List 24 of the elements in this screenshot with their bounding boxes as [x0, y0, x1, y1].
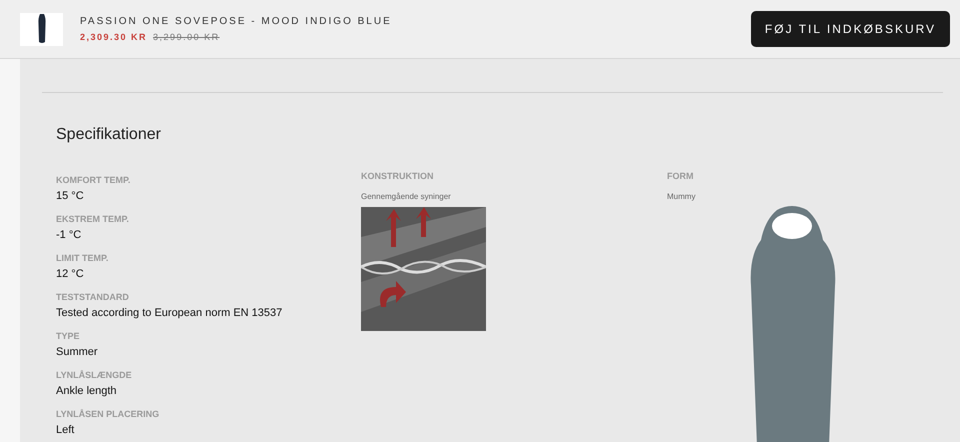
spec-value: 12 °C — [56, 267, 85, 281]
spec-label: TESTSTANDARD — [56, 291, 130, 303]
spec-label: LYNLÅSLÆNGDE — [56, 369, 133, 381]
original-price: 3,299.00 KR — [153, 30, 220, 44]
spec-value: -1 °C — [56, 228, 82, 242]
spec-value: Gennemgående syninger — [361, 191, 452, 203]
spec-label: TYPE — [56, 330, 81, 342]
spec-label: KOMFORT TEMP. — [56, 174, 132, 186]
sale-price: 2,309.30 KR — [80, 30, 148, 44]
spec-value: Summer — [56, 345, 99, 359]
spec-value: Mummy — [667, 191, 696, 203]
section-heading: Specifikationer — [56, 125, 162, 145]
sleeping-bag-icon — [38, 14, 46, 44]
spec-label: LIMIT TEMP. — [56, 252, 110, 264]
spec-value: 15 °C — [56, 189, 85, 203]
add-to-cart-button[interactable]: FØJ TIL INDKØBSKURV — [751, 11, 950, 47]
spec-label: EKSTREM TEMP. — [56, 213, 130, 225]
spec-value: Ankle length — [56, 384, 118, 398]
spec-label: KONSTRUKTION — [361, 170, 434, 182]
spec-label: LYNLÅSEN PLACERING — [56, 408, 160, 420]
spec-value: Tested according to European norm EN 13537 — [56, 306, 284, 320]
spec-value: Left — [56, 423, 76, 437]
spec-label: FORM — [667, 170, 694, 182]
product-title: PASSION ONE SOVEPOSE - MOOD INDIGO BLUE — [80, 14, 392, 29]
